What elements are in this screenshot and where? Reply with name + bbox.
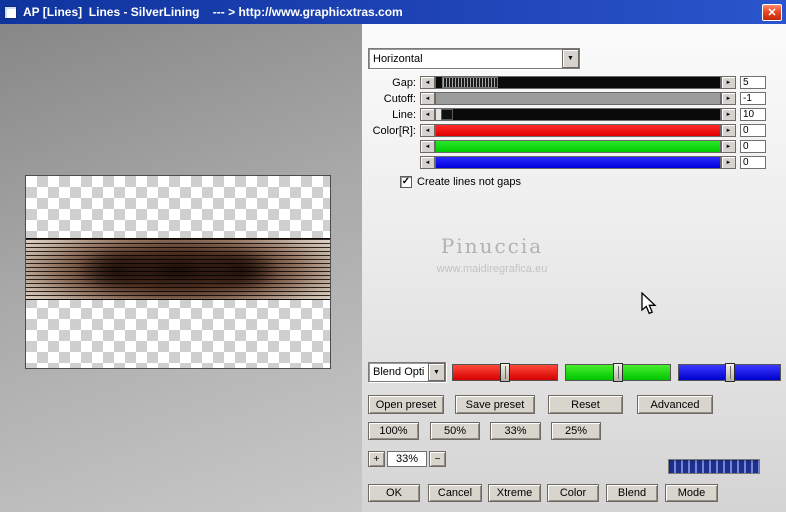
zoom-50-button[interactable]: 50% (430, 422, 480, 440)
chevron-down-icon[interactable]: ▼ (562, 49, 579, 68)
slider-row-color-g: ◄ ► 0 (364, 140, 766, 153)
arrow-right-icon[interactable]: ► (721, 108, 736, 121)
blend-options-combobox[interactable]: Blend Opti ▼ (368, 362, 446, 382)
color-g-slider-track[interactable] (435, 140, 721, 153)
color-g-value-input[interactable]: 0 (740, 140, 766, 153)
gap-slider-track[interactable] (435, 76, 721, 89)
zoom-in-button[interactable]: + (368, 451, 385, 467)
close-button[interactable]: ✕ (762, 3, 782, 21)
gap-label: Gap: (392, 76, 416, 89)
plugin-window: AP [Lines] Lines - SilverLining --- > ht… (0, 0, 786, 512)
line-slider-track[interactable] (435, 108, 721, 121)
color-b-slider[interactable]: ◄ ► (420, 156, 736, 169)
zoom-value: 33% (387, 451, 427, 467)
cutoff-value-input[interactable]: -1 (740, 92, 766, 105)
color-r-value-input[interactable]: 0 (740, 124, 766, 137)
arrow-right-icon[interactable]: ► (721, 124, 736, 137)
watermark-title: Pinuccia (440, 234, 544, 258)
cancel-button[interactable]: Cancel (428, 484, 482, 502)
blue-channel-slider[interactable] (678, 363, 781, 382)
arrow-left-icon[interactable]: ◄ (420, 124, 435, 137)
mode-button[interactable]: Mode (665, 484, 718, 502)
create-lines-checkbox-label: Create lines not gaps (417, 176, 521, 188)
cutoff-slider-track[interactable] (435, 92, 721, 105)
color-r-slider[interactable]: ◄ ► (420, 124, 736, 137)
slider-row-color-b: ◄ ► 0 (364, 156, 766, 169)
arrow-left-icon[interactable]: ◄ (420, 92, 435, 105)
slider-row-gap: Gap: ◄ ► 5 (364, 76, 766, 89)
blend-button[interactable]: Blend (606, 484, 658, 502)
watermark: Pinuccia www.maidiregrafica.eu (390, 234, 594, 275)
titlebar: AP [Lines] Lines - SilverLining --- > ht… (0, 0, 786, 24)
zoom-25-button[interactable]: 25% (551, 422, 601, 440)
color-button[interactable]: Color (547, 484, 599, 502)
preview-image (25, 175, 331, 369)
mode-combobox-value: Horizontal (373, 52, 423, 65)
arrow-left-icon[interactable]: ◄ (420, 76, 435, 89)
color-b-slider-track[interactable] (435, 156, 721, 169)
zoom-100-button[interactable]: 100% (368, 422, 419, 440)
arrow-right-icon[interactable]: ► (721, 156, 736, 169)
gap-slider[interactable]: ◄ ► (420, 76, 736, 89)
parameter-rows: Gap: ◄ ► 5 Cutoff: ◄ ► -1 Line: ◄ ► 10 C… (364, 76, 766, 169)
gap-slider-thumb[interactable] (442, 77, 498, 88)
line-slider-thumb[interactable] (441, 109, 453, 120)
zoom-out-button[interactable]: − (429, 451, 446, 467)
control-panel: Horizontal ▼ Gap: ◄ ► 5 Cutoff: ◄ ► -1 L… (362, 24, 786, 512)
reset-button[interactable]: Reset (548, 395, 623, 414)
arrow-right-icon[interactable]: ► (721, 92, 736, 105)
red-channel-slider[interactable] (452, 363, 558, 382)
blue-slider-thumb[interactable] (724, 363, 735, 382)
color-r-label: Color[R]: (372, 124, 416, 137)
window-title: AP [Lines] Lines - SilverLining --- > ht… (23, 5, 403, 19)
line-slider[interactable]: ◄ ► (420, 108, 736, 121)
blend-options-value: Blend Opti (373, 366, 425, 378)
arrow-left-icon[interactable]: ◄ (420, 108, 435, 121)
advanced-button[interactable]: Advanced (637, 395, 713, 414)
slider-row-color-r: Color[R]: ◄ ► 0 (364, 124, 766, 137)
zoom-33-button[interactable]: 33% (490, 422, 541, 440)
color-b-value-input[interactable]: 0 (740, 156, 766, 169)
red-slider-thumb[interactable] (500, 363, 510, 382)
color-r-slider-track[interactable] (435, 124, 721, 137)
app-icon (4, 5, 17, 19)
chevron-down-icon[interactable]: ▼ (428, 363, 445, 381)
preview-lines-band (26, 238, 330, 300)
open-preset-button[interactable]: Open preset (368, 395, 444, 414)
cutoff-slider[interactable]: ◄ ► (420, 92, 736, 105)
arrow-right-icon[interactable]: ► (721, 76, 736, 89)
slider-row-cutoff: Cutoff: ◄ ► -1 (364, 92, 766, 105)
xtreme-button[interactable]: Xtreme (488, 484, 541, 502)
slider-row-line: Line: ◄ ► 10 (364, 108, 766, 121)
watermark-subtitle: www.maidiregrafica.eu (436, 263, 548, 275)
cutoff-label: Cutoff: (383, 92, 416, 105)
line-label: Line: (392, 108, 416, 121)
mode-combobox[interactable]: Horizontal ▼ (368, 48, 580, 69)
create-lines-checkbox-row: ✓ Create lines not gaps (400, 176, 521, 188)
preview-line-stripes (26, 239, 330, 299)
color-g-slider[interactable]: ◄ ► (420, 140, 736, 153)
ok-button[interactable]: OK (368, 484, 420, 502)
arrow-left-icon[interactable]: ◄ (420, 156, 435, 169)
green-slider-thumb[interactable] (613, 363, 623, 382)
create-lines-checkbox[interactable]: ✓ (400, 176, 412, 188)
arrow-right-icon[interactable]: ► (721, 140, 736, 153)
gap-value-input[interactable]: 5 (740, 76, 766, 89)
arrow-left-icon[interactable]: ◄ (420, 140, 435, 153)
save-preset-button[interactable]: Save preset (455, 395, 535, 414)
progress-meter (668, 459, 760, 474)
line-value-input[interactable]: 10 (740, 108, 766, 121)
preview-stage (0, 24, 362, 512)
green-channel-slider[interactable] (565, 363, 671, 382)
